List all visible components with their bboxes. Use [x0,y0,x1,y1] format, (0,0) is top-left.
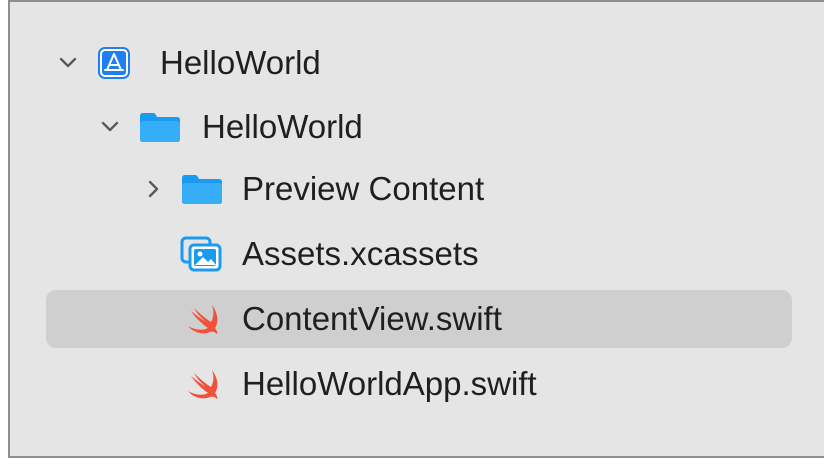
tree-row-helloworldapp[interactable]: HelloWorldApp.swift [46,355,792,413]
swift-file-icon [186,301,222,337]
xcode-project-icon [96,45,132,81]
tree-row-contentview[interactable]: ContentView.swift [46,290,792,348]
item-label: ContentView.swift [242,300,502,337]
item-label: HelloWorldApp.swift [242,365,537,402]
folder-icon [138,109,182,145]
group-name: HelloWorld [202,108,363,145]
item-label: Assets.xcassets [242,235,479,272]
tree-row-group[interactable]: HelloWorld [46,98,792,156]
item-label: Preview Content [242,170,485,207]
chevron-down-icon[interactable] [58,53,78,73]
swift-file-icon [186,366,222,402]
project-name: HelloWorld [160,44,321,81]
chevron-right-icon[interactable] [144,179,164,199]
file-tree: HelloWorld HelloWorld Preview Content As… [10,2,824,456]
tree-row-project[interactable]: HelloWorld [46,34,792,92]
chevron-down-icon[interactable] [100,117,120,137]
folder-icon [180,171,224,207]
tree-row-preview-content[interactable]: Preview Content [46,160,792,218]
tree-row-assets[interactable]: Assets.xcassets [46,225,792,283]
asset-catalog-icon [180,236,222,272]
project-navigator-panel: HelloWorld HelloWorld Preview Content As… [8,0,824,458]
